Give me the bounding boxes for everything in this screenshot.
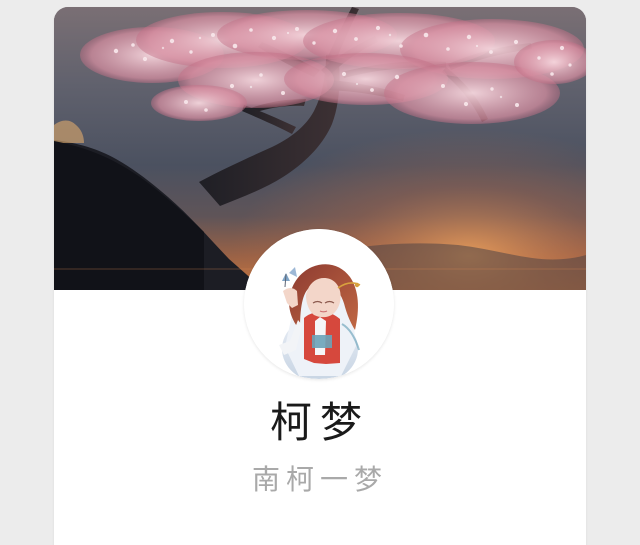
page: 柯梦 南柯一梦 bbox=[0, 0, 640, 545]
profile-card: 柯梦 南柯一梦 bbox=[54, 7, 586, 545]
avatar-illustration bbox=[244, 229, 394, 379]
profile-name: 柯梦 bbox=[269, 398, 370, 447]
avatar[interactable] bbox=[244, 229, 394, 379]
profile-signature: 南柯一梦 bbox=[251, 463, 388, 496]
